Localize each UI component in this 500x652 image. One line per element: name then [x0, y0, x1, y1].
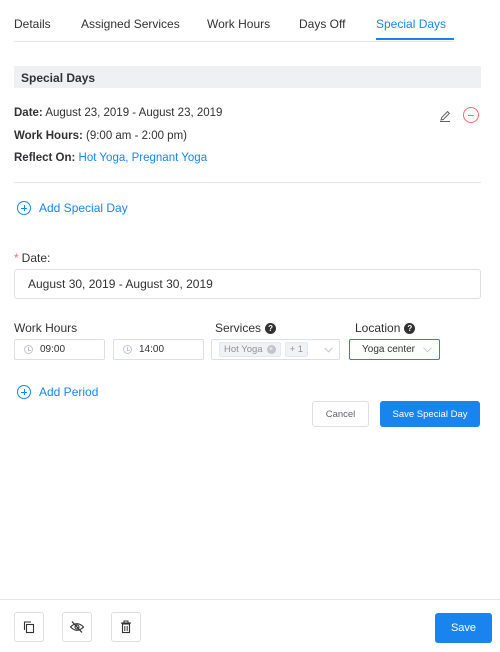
- remove-circle-icon[interactable]: [463, 107, 479, 123]
- services-label: Services ?: [215, 321, 277, 335]
- plus-circle-icon: [17, 385, 31, 399]
- entry-date-label: Date:: [14, 107, 43, 119]
- eye-off-icon: [69, 621, 85, 633]
- add-period-label: Add Period: [39, 385, 99, 399]
- entry-reflect-on-line: Reflect On: Hot Yoga, Pregnant Yoga: [14, 152, 207, 164]
- required-mark: *: [14, 251, 19, 265]
- add-special-day-link[interactable]: Add Special Day: [17, 201, 128, 215]
- copy-icon: [23, 621, 35, 634]
- work-hours-label-text: Work Hours: [14, 321, 78, 335]
- location-label: Location ?: [355, 321, 416, 335]
- start-time-value: 09:00: [40, 344, 66, 355]
- plus-circle-icon: [17, 201, 31, 215]
- entry-reflect-on-value: Hot Yoga, Pregnant Yoga: [78, 152, 208, 164]
- tab-days-off[interactable]: Days Off: [299, 17, 345, 31]
- service-more-tag: + 1: [284, 342, 309, 357]
- location-value: Yoga center: [362, 344, 416, 355]
- tab-details[interactable]: Details: [14, 17, 51, 31]
- tab-work-hours[interactable]: Work Hours: [207, 17, 270, 31]
- chevron-down-icon: [324, 347, 333, 353]
- entry-work-hours-value: (9:00 am - 2:00 pm): [86, 130, 187, 142]
- tab-assigned-services[interactable]: Assigned Services: [81, 17, 180, 31]
- date-label: * Date:: [14, 251, 50, 265]
- hide-button[interactable]: [62, 612, 92, 642]
- chevron-down-icon: [423, 347, 432, 353]
- tab-special-days[interactable]: Special Days: [376, 17, 446, 31]
- date-range-input[interactable]: August 30, 2019 - August 30, 2019: [14, 269, 481, 299]
- delete-button[interactable]: [111, 612, 141, 642]
- service-tag-label: Hot Yoga: [224, 344, 263, 355]
- clock-icon: [123, 345, 132, 354]
- services-select[interactable]: Hot Yoga × + 1: [211, 339, 340, 360]
- service-tag: Hot Yoga ×: [219, 342, 281, 357]
- trash-icon: [121, 620, 131, 634]
- help-icon[interactable]: ?: [404, 322, 416, 334]
- duplicate-button[interactable]: [14, 612, 44, 642]
- entry-work-hours-label: Work Hours:: [14, 130, 83, 142]
- date-label-text: Date:: [21, 251, 51, 265]
- entry-date-line: Date: August 23, 2019 - August 23, 2019: [14, 107, 222, 119]
- entry-work-hours-line: Work Hours: (9:00 am - 2:00 pm): [14, 130, 187, 142]
- entry-reflect-on-label: Reflect On:: [14, 152, 76, 164]
- cancel-button[interactable]: Cancel: [312, 401, 369, 427]
- services-label-text: Services: [215, 321, 262, 335]
- end-time-value: 14:00: [139, 344, 165, 355]
- entry-divider: [14, 182, 481, 183]
- tag-close-icon[interactable]: ×: [266, 345, 276, 354]
- tab-bar: Details Assigned Services Work Hours Day…: [14, 0, 454, 42]
- add-special-day-label: Add Special Day: [39, 201, 128, 215]
- add-period-link[interactable]: Add Period: [17, 385, 98, 399]
- location-label-text: Location: [355, 321, 401, 335]
- active-tab-indicator: [376, 38, 454, 40]
- section-title: Special Days: [21, 71, 96, 85]
- help-icon[interactable]: ?: [265, 322, 277, 334]
- pencil-icon[interactable]: [437, 108, 453, 124]
- work-hours-label: Work Hours: [14, 321, 77, 335]
- footer-divider: [0, 599, 500, 600]
- save-special-day-button[interactable]: Save Special Day: [380, 401, 480, 427]
- save-button[interactable]: Save: [435, 613, 492, 643]
- start-time-input[interactable]: 09:00: [14, 339, 105, 360]
- location-select[interactable]: Yoga center: [349, 339, 440, 360]
- special-days-header: Special Days: [14, 66, 481, 88]
- clock-icon: [24, 345, 33, 354]
- end-time-input[interactable]: 14:00: [113, 339, 204, 360]
- entry-date-value: August 23, 2019 - August 23, 2019: [45, 107, 223, 119]
